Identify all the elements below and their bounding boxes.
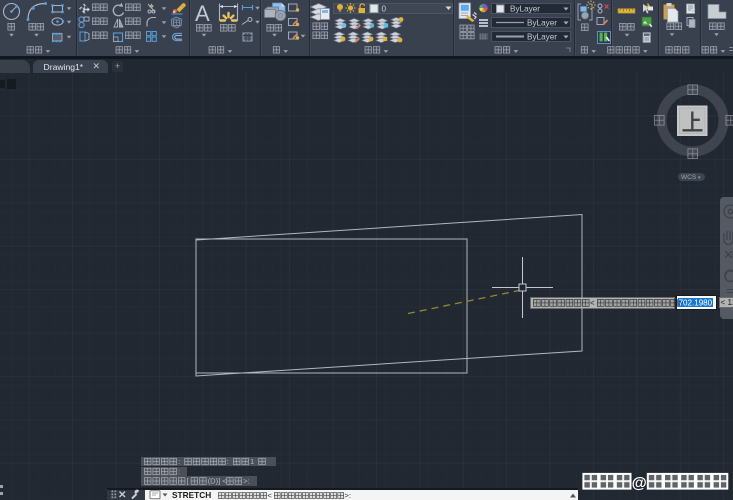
svg-text:ByLayer: ByLayer — [510, 4, 540, 13]
svg-text:ByLayer: ByLayer — [527, 18, 557, 27]
svg-text:>:: >: — [344, 491, 351, 500]
svg-text:<: < — [267, 491, 272, 500]
svg-text:>:: >: — [243, 477, 249, 486]
svg-text:(D)] <: (D)] < — [208, 477, 228, 486]
svg-text:A: A — [195, 1, 210, 26]
svg-text:STRETCH: STRETCH — [172, 490, 211, 500]
svg-text:<: < — [590, 299, 595, 308]
svg-text::: : — [178, 467, 180, 476]
svg-text:ByLayer: ByLayer — [527, 32, 557, 41]
svg-text::: : — [178, 457, 180, 466]
svg-text:@: @ — [632, 475, 647, 492]
svg-text:[: [ — [187, 477, 190, 486]
svg-text:< 12: < 12 — [721, 298, 733, 307]
svg-text:0: 0 — [382, 4, 387, 13]
svg-text:1: 1 — [250, 457, 254, 466]
svg-text:702.1980: 702.1980 — [679, 298, 713, 307]
svg-text::: : — [227, 457, 229, 466]
